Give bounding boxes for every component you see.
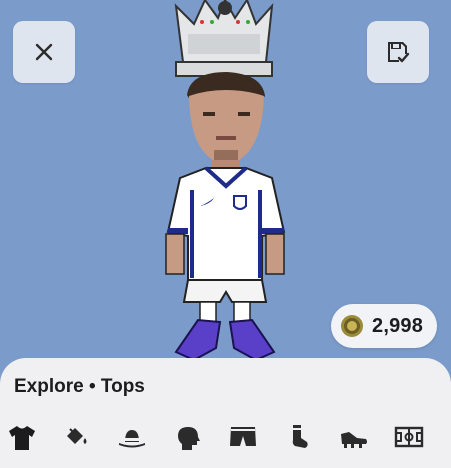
tab-head[interactable] (172, 424, 204, 454)
coin-icon (341, 315, 363, 337)
avatar-editor-screen: 2,998 Explore • Tops (0, 0, 451, 468)
coin-balance-value: 2,998 (372, 314, 424, 337)
sock-icon (292, 425, 308, 448)
paint-bucket-icon (67, 428, 87, 444)
avatar-figure[interactable] (150, 0, 300, 365)
category-sheet: Explore • Tops (0, 358, 451, 468)
save-outfit-button[interactable] (367, 21, 429, 83)
tab-tops[interactable] (6, 424, 38, 454)
shorts-icon (230, 427, 256, 446)
head-icon (178, 427, 200, 450)
close-button[interactable] (13, 21, 75, 83)
tshirt-icon (9, 426, 35, 450)
tab-pitch[interactable] (393, 424, 425, 454)
boot-icon (341, 432, 367, 448)
coin-balance[interactable]: 2,998 (331, 304, 437, 348)
tab-socks[interactable] (282, 424, 314, 454)
crown (174, 0, 274, 77)
category-tabs (0, 424, 451, 454)
sheet-title: Explore • Tops (14, 376, 145, 397)
tab-boots[interactable] (338, 424, 370, 454)
close-icon (35, 43, 53, 61)
tab-shorts[interactable] (227, 424, 259, 454)
tab-hats[interactable] (116, 424, 148, 454)
save-outfit-icon (388, 42, 410, 63)
tab-paint[interactable] (61, 424, 93, 454)
hat-icon (119, 430, 145, 448)
pitch-icon (394, 426, 424, 448)
